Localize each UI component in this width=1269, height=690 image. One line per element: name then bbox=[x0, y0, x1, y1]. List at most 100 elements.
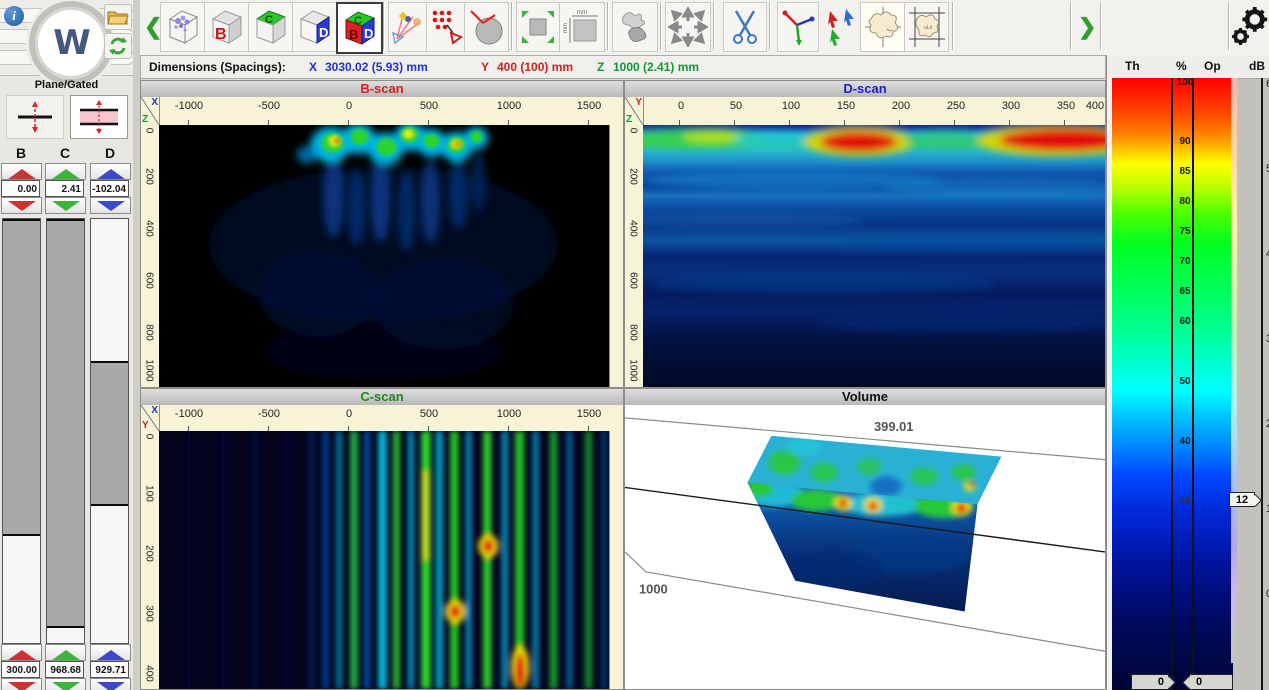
app-logo: W bbox=[29, 1, 113, 85]
logo-letter: W bbox=[53, 23, 89, 63]
threshold-cursor[interactable]: 0 bbox=[1131, 674, 1169, 690]
c-bottom-up-button[interactable] bbox=[45, 644, 86, 661]
svg-text:mm: mm bbox=[577, 10, 587, 16]
d-bottom-up-button[interactable] bbox=[90, 644, 131, 661]
bcd-combined-view-button[interactable]: C B D bbox=[336, 2, 383, 54]
plane-mode-icon bbox=[12, 100, 58, 134]
c-bottom-value[interactable]: 968.68 bbox=[45, 661, 84, 678]
c-top-down-button[interactable] bbox=[45, 197, 86, 214]
multi-cursor-button[interactable] bbox=[819, 2, 861, 52]
cscan-x-tick: 1500 bbox=[559, 408, 619, 420]
refresh-button[interactable] bbox=[104, 33, 132, 59]
down-arrow-icon bbox=[52, 201, 80, 211]
b-scan-view-button[interactable]: B bbox=[204, 2, 249, 52]
b-top-value[interactable]: 0.00 bbox=[1, 180, 40, 197]
percent-tick: 70 bbox=[1172, 256, 1198, 267]
b-top-up-button[interactable] bbox=[1, 163, 42, 180]
c-cube-icon: C bbox=[253, 7, 289, 47]
pan-move-button[interactable] bbox=[665, 2, 711, 52]
gated-mode-button[interactable] bbox=[70, 95, 128, 139]
left-sidebar: i W Plane/Gated bbox=[0, 0, 134, 690]
dscan-title: D-scan bbox=[625, 81, 1105, 98]
plane-mode-button[interactable] bbox=[6, 95, 64, 139]
volume-scatter-view-button[interactable] bbox=[160, 2, 205, 52]
point-grid-projection-button[interactable] bbox=[426, 2, 465, 52]
down-arrow-icon bbox=[8, 201, 36, 211]
dscan-y-tick: 250 bbox=[926, 100, 986, 112]
percent-tick: 60 bbox=[1172, 316, 1198, 327]
d-range-slider[interactable] bbox=[90, 218, 129, 644]
y-dimension-value: 400 (100) mm bbox=[497, 60, 573, 74]
c-bottom-down-button[interactable] bbox=[45, 678, 86, 690]
axes-tool-button[interactable] bbox=[777, 2, 819, 52]
gated-mode-icon bbox=[76, 99, 122, 135]
bscan-x-tick: 500 bbox=[399, 100, 459, 112]
toolbar-separator bbox=[1100, 2, 1101, 50]
d-scan-view-button[interactable]: D bbox=[292, 2, 337, 52]
d-top-value[interactable]: -102.04 bbox=[90, 180, 129, 197]
dscan-v-ruler: 0 200 400 600 800 1000 bbox=[625, 125, 644, 387]
bscan-image[interactable] bbox=[159, 125, 610, 387]
c-scan-view-button[interactable]: C bbox=[248, 2, 293, 52]
up-arrow-icon bbox=[8, 650, 36, 660]
open-file-button[interactable] bbox=[104, 4, 132, 30]
toolbar-expand-right-button[interactable]: ❯ bbox=[1078, 10, 1096, 44]
c-bottom-spinner: 968.68 bbox=[45, 644, 86, 690]
y-dimension-axis: Y bbox=[481, 60, 489, 74]
bscan-z-tick: 0 bbox=[144, 116, 155, 146]
z-dimension-axis: Z bbox=[597, 60, 604, 74]
opacity-column-header: Op bbox=[1204, 59, 1221, 73]
b-top-down-button[interactable] bbox=[1, 197, 42, 214]
c-top-up-button[interactable] bbox=[45, 163, 86, 180]
cut-tool-button[interactable] bbox=[723, 2, 767, 52]
c-range-thumb[interactable] bbox=[47, 219, 84, 628]
specimen-grid-button[interactable]: uLd bbox=[904, 2, 949, 52]
eight-arrows-icon bbox=[668, 7, 708, 47]
specimen-align-button[interactable] bbox=[860, 2, 905, 52]
b-bottom-value[interactable]: 300.00 bbox=[1, 661, 40, 678]
c-top-value[interactable]: 2.41 bbox=[45, 180, 84, 197]
cscan-y-tick: 200 bbox=[144, 539, 155, 569]
cscan-image[interactable] bbox=[159, 431, 610, 689]
fit-to-view-button[interactable] bbox=[516, 2, 560, 52]
opacity-cursor[interactable]: 0 bbox=[1189, 674, 1233, 690]
cscan-x-tick: 0 bbox=[319, 408, 379, 420]
d-top-up-button[interactable] bbox=[90, 163, 131, 180]
info-icon[interactable]: i bbox=[4, 6, 24, 26]
percent-tick: 80 bbox=[1172, 196, 1198, 207]
cscan-right-strip bbox=[609, 431, 623, 689]
b-bottom-up-button[interactable] bbox=[1, 644, 42, 661]
region-tool-button[interactable] bbox=[612, 2, 658, 52]
measure-scale-button[interactable]: mm mm bbox=[559, 2, 605, 52]
projection-points-button[interactable] bbox=[388, 2, 427, 52]
d-bottom-spinner: 929.71 bbox=[90, 644, 131, 690]
d-bottom-down-button[interactable] bbox=[90, 678, 131, 690]
dscan-z-tick: 1000 bbox=[628, 356, 639, 386]
specimen-crosshair-icon bbox=[863, 5, 903, 49]
down-arrow-icon bbox=[97, 201, 125, 211]
dscan-image[interactable] bbox=[643, 125, 1105, 387]
colorbar-header: Th % Op dB bbox=[1107, 55, 1269, 79]
d-bottom-value[interactable]: 929.71 bbox=[90, 661, 129, 678]
b-range-slider[interactable] bbox=[2, 218, 41, 644]
bscan-x-tick: 1000 bbox=[479, 100, 539, 112]
freeform-region-icon bbox=[615, 7, 655, 47]
d-top-down-button[interactable] bbox=[90, 197, 131, 214]
z-dimension-value: 1000 (2.41) mm bbox=[613, 60, 699, 74]
x-dimension-value: 3030.02 (5.93) mm bbox=[325, 60, 428, 74]
toolbar-separator bbox=[1228, 2, 1229, 50]
volume-view[interactable]: 399.01 1000 bbox=[625, 405, 1105, 689]
c-range-slider[interactable] bbox=[46, 218, 85, 644]
d-range-thumb[interactable] bbox=[91, 361, 128, 506]
bscan-x-tick: -1000 bbox=[159, 100, 219, 112]
sphere-tool-button[interactable] bbox=[464, 2, 509, 52]
settings-button[interactable] bbox=[1230, 2, 1269, 52]
percent-tick: 40 bbox=[1172, 436, 1198, 447]
b-range-thumb[interactable] bbox=[3, 219, 40, 536]
b-bottom-down-button[interactable] bbox=[1, 678, 42, 690]
colorbar-area: 100 90 85 80 75 70 65 60 50 40 30 60 50 … bbox=[1107, 78, 1269, 690]
db-cursor-badge[interactable]: 12 bbox=[1229, 492, 1255, 507]
svg-text:uLd: uLd bbox=[924, 25, 933, 31]
plane-gated-label: Plane/Gated bbox=[0, 79, 133, 91]
svg-text:C: C bbox=[354, 15, 362, 27]
